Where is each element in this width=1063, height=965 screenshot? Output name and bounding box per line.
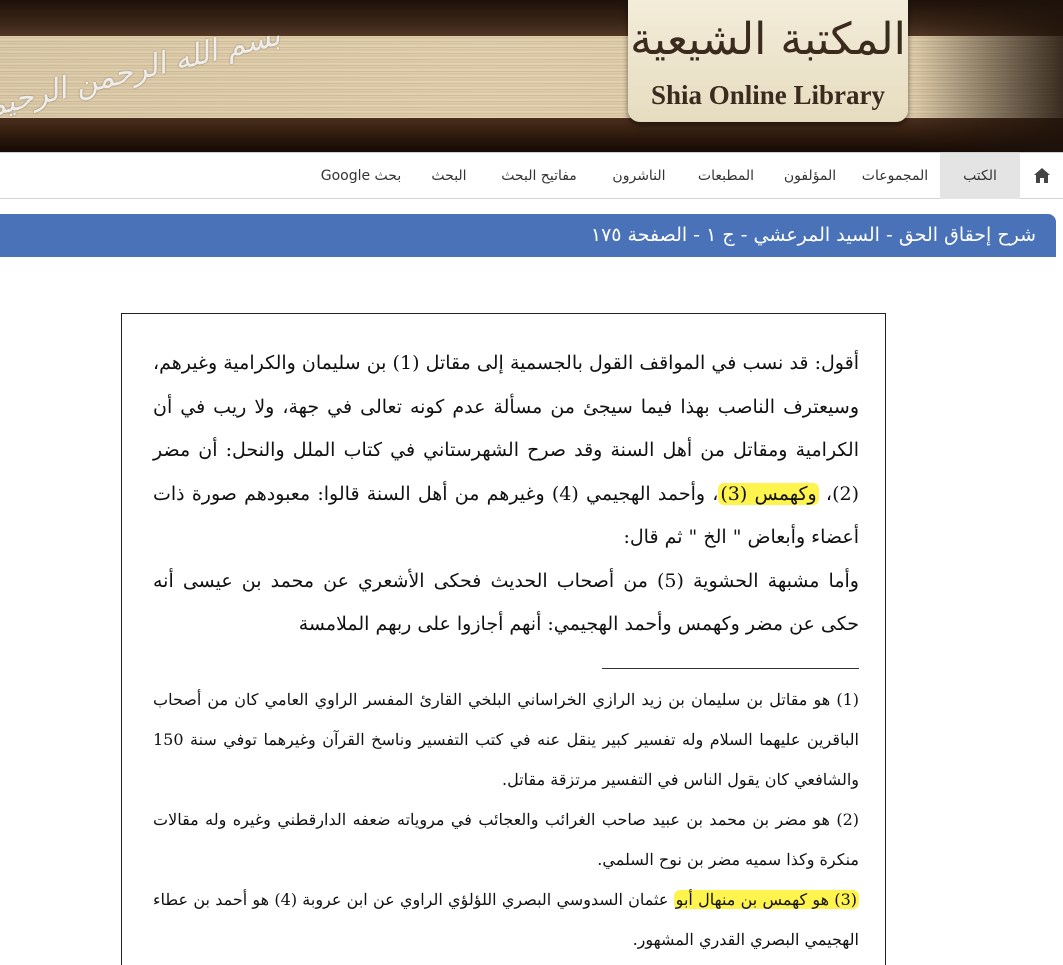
nav-item-search[interactable]: البحث bbox=[416, 153, 482, 199]
main-text: أقول: قد نسب في المواقف القول بالجسمية إ… bbox=[153, 342, 859, 647]
page-title-bar: شرح إحقاق الحق - السيد المرعشي - ج ١ - ا… bbox=[0, 214, 1056, 257]
book-page: أقول: قد نسب في المواقف القول بالجسمية إ… bbox=[121, 313, 886, 965]
logo-english-text: Shia Online Library bbox=[650, 80, 886, 110]
header-banner: بسم الله الرحمن الرحيم المكتبة الشيعية S… bbox=[0, 0, 1063, 152]
highlighted-text: وكهمس (3) bbox=[718, 482, 819, 505]
highlighted-footnote-text: (3) هو كهمس بن منهال أبو bbox=[673, 890, 859, 909]
nav-item-search-keys[interactable]: مفاتيح البحث bbox=[482, 153, 596, 199]
footnotes: (1) هو مقاتل بن سليمان بن زيد الرازي الخ… bbox=[153, 680, 859, 960]
nav-item-books[interactable]: الكتب bbox=[940, 153, 1020, 199]
footnote-1: (1) هو مقاتل بن سليمان بن زيد الرازي الخ… bbox=[153, 690, 859, 789]
nav-item-authors[interactable]: المؤلفون bbox=[770, 153, 850, 199]
nav-item-publishers[interactable]: الناشرون bbox=[596, 153, 682, 199]
page-title: شرح إحقاق الحق - السيد المرعشي - ج ١ - ا… bbox=[590, 224, 1036, 246]
site-logo[interactable]: المكتبة الشيعية Shia Online Library bbox=[628, 0, 908, 122]
nav-item-google-search[interactable]: بحث Google bbox=[306, 153, 416, 199]
footnote-divider bbox=[602, 668, 859, 669]
paragraph-1: أقول: قد نسب في المواقف القول بالجسمية إ… bbox=[153, 342, 859, 560]
footnote-3: (3) هو كهمس بن منهال أبو عثمان السدوسي ا… bbox=[153, 880, 859, 960]
footnote-2: (2) هو مضر بن محمد بن عبيد صاحب الغرائب … bbox=[153, 810, 859, 869]
main-nav: الكتب المجموعات المؤلفون المطبعات الناشر… bbox=[0, 152, 1063, 199]
banner-shade bbox=[913, 0, 1063, 152]
paragraph-2: وأما مشبهة الحشوية (5) من أصحاب الحديث ف… bbox=[153, 569, 859, 636]
home-icon[interactable] bbox=[1020, 153, 1063, 199]
nav-item-printers[interactable]: المطبعات bbox=[682, 153, 770, 199]
nav-item-collections[interactable]: المجموعات bbox=[850, 153, 940, 199]
logo-arabic-text: المكتبة الشيعية bbox=[630, 14, 906, 65]
